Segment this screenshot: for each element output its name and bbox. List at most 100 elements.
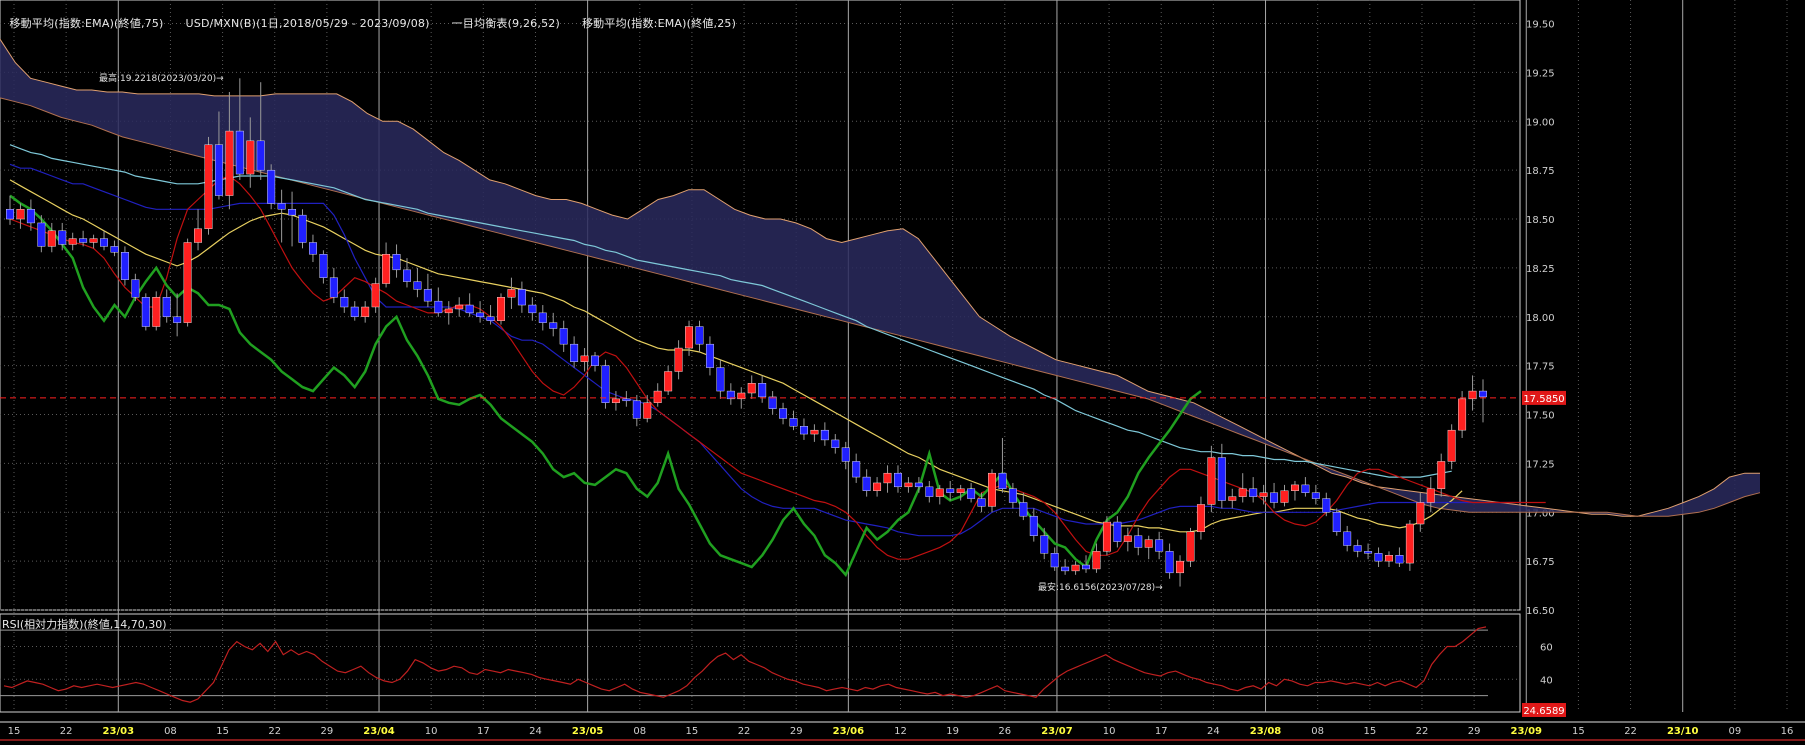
candle-body xyxy=(789,418,798,427)
candle-body xyxy=(26,209,35,224)
candle-body xyxy=(1008,488,1017,503)
candle-body xyxy=(1458,398,1467,431)
candle-body xyxy=(319,254,328,278)
candle-body xyxy=(486,316,495,321)
y-tick-label: 18.75 xyxy=(1526,166,1555,177)
y-tick-label: 18.50 xyxy=(1526,215,1555,226)
candle-body xyxy=(1207,457,1216,505)
candle-body xyxy=(894,472,902,488)
rsi-header[interactable]: RSI(相対力指数)(終値,14,70,30) xyxy=(2,616,167,632)
candle-body xyxy=(455,304,464,310)
candle-body xyxy=(977,498,986,507)
x-tick-label: 22 xyxy=(738,726,751,737)
candle-body xyxy=(194,228,203,243)
x-tick-label: 12 xyxy=(894,726,907,737)
x-tick-label: 22 xyxy=(268,726,281,737)
x-tick-label: 23/08 xyxy=(1250,726,1282,737)
ema25-label[interactable]: 移動平均(指数:EMA)(終値,25) xyxy=(582,17,736,30)
candle-body xyxy=(465,304,474,314)
candle-body xyxy=(1416,502,1425,525)
y-tick-label: 17.25 xyxy=(1526,459,1555,470)
candle-body xyxy=(935,488,944,497)
y-tick-label: 16.50 xyxy=(1526,606,1555,617)
low-annotation: 最安:16.6156(2023/07/28)→ xyxy=(1038,581,1163,593)
candle-body xyxy=(298,214,307,243)
candle-body xyxy=(173,316,182,323)
current-price-label: 17.5850 xyxy=(1523,394,1564,405)
candle-body xyxy=(361,306,370,317)
candle-body xyxy=(235,130,244,175)
high-annotation: 最高:19.2218(2023/03/20)→ xyxy=(99,72,224,84)
x-tick-label: 15 xyxy=(216,726,229,737)
candle-body xyxy=(643,402,652,419)
candle-body xyxy=(1311,492,1320,499)
candle-body xyxy=(1113,521,1122,542)
candle-body xyxy=(79,238,88,243)
candle-body xyxy=(1374,553,1383,562)
ema75-label[interactable]: 移動平均(指数:EMA)(終値,75) xyxy=(9,17,163,30)
candle-body xyxy=(16,209,25,220)
candle-body xyxy=(1165,551,1174,574)
candle-body xyxy=(1228,496,1237,501)
candle-body xyxy=(1102,521,1111,552)
candle-body xyxy=(1437,461,1446,489)
candle-body xyxy=(1144,539,1153,548)
candle-body xyxy=(277,203,286,210)
candle-body xyxy=(141,297,150,327)
candle-body xyxy=(956,488,965,493)
candle-body xyxy=(622,398,631,402)
candle-body xyxy=(925,486,934,497)
candle-body xyxy=(664,371,673,392)
symbol-label[interactable]: USD/MXN(B)(1日,2018/05/29 - 2023/09/08) xyxy=(186,17,430,30)
candle-body xyxy=(37,222,46,247)
y-tick-label: 16.75 xyxy=(1526,557,1555,568)
candle-body xyxy=(110,246,119,253)
candle-body xyxy=(768,396,777,409)
candle-body xyxy=(820,429,829,441)
candle-body xyxy=(131,279,140,298)
y-tick-label: 18.00 xyxy=(1526,313,1555,324)
candle-body xyxy=(1155,539,1164,552)
candle-body xyxy=(308,242,317,255)
rsi-current-label: 24.6589 xyxy=(1523,706,1564,717)
y-tick-label: 19.50 xyxy=(1526,20,1555,31)
candle-body xyxy=(225,130,234,196)
candle-body xyxy=(946,488,955,493)
candle-body xyxy=(1029,515,1038,536)
candle-body xyxy=(58,230,67,245)
candle-body xyxy=(549,322,558,329)
y-tick-label: 17.50 xyxy=(1526,411,1555,422)
candle-body xyxy=(601,365,610,403)
candle-body xyxy=(591,355,599,366)
candle-body xyxy=(1343,531,1352,546)
candle-body xyxy=(1405,523,1414,564)
candle-body xyxy=(183,242,192,323)
candle-body xyxy=(611,398,620,403)
candle-body xyxy=(1249,488,1258,497)
candle-body xyxy=(256,140,265,171)
candle-body xyxy=(1082,564,1090,570)
y-tick-label: 18.25 xyxy=(1526,264,1555,275)
y-tick-label: 19.25 xyxy=(1526,68,1555,79)
candle-body xyxy=(1196,504,1205,533)
candle-body xyxy=(288,209,297,216)
x-tick-label: 23/03 xyxy=(103,726,135,737)
candle-body xyxy=(831,439,840,448)
rsi-y-tick-label: 40 xyxy=(1540,675,1553,686)
x-tick-label: 08 xyxy=(1311,726,1324,737)
candle-body xyxy=(685,326,694,349)
x-tick-label: 23/07 xyxy=(1041,726,1073,737)
candle-body xyxy=(68,238,77,245)
candle-body xyxy=(434,300,443,314)
candle-body xyxy=(1290,484,1299,491)
candle-body xyxy=(810,429,819,435)
ichimoku-label[interactable]: 一目均衡表(9,26,52) xyxy=(452,17,560,30)
candle-body xyxy=(779,408,788,419)
candle-body xyxy=(904,482,913,488)
candle-body xyxy=(799,426,808,435)
x-tick-label: 23/09 xyxy=(1511,726,1543,737)
candle-body xyxy=(632,400,641,419)
candle-body xyxy=(1270,492,1279,503)
x-tick-label: 22 xyxy=(60,726,73,737)
y-tick-label: 19.00 xyxy=(1526,117,1555,128)
